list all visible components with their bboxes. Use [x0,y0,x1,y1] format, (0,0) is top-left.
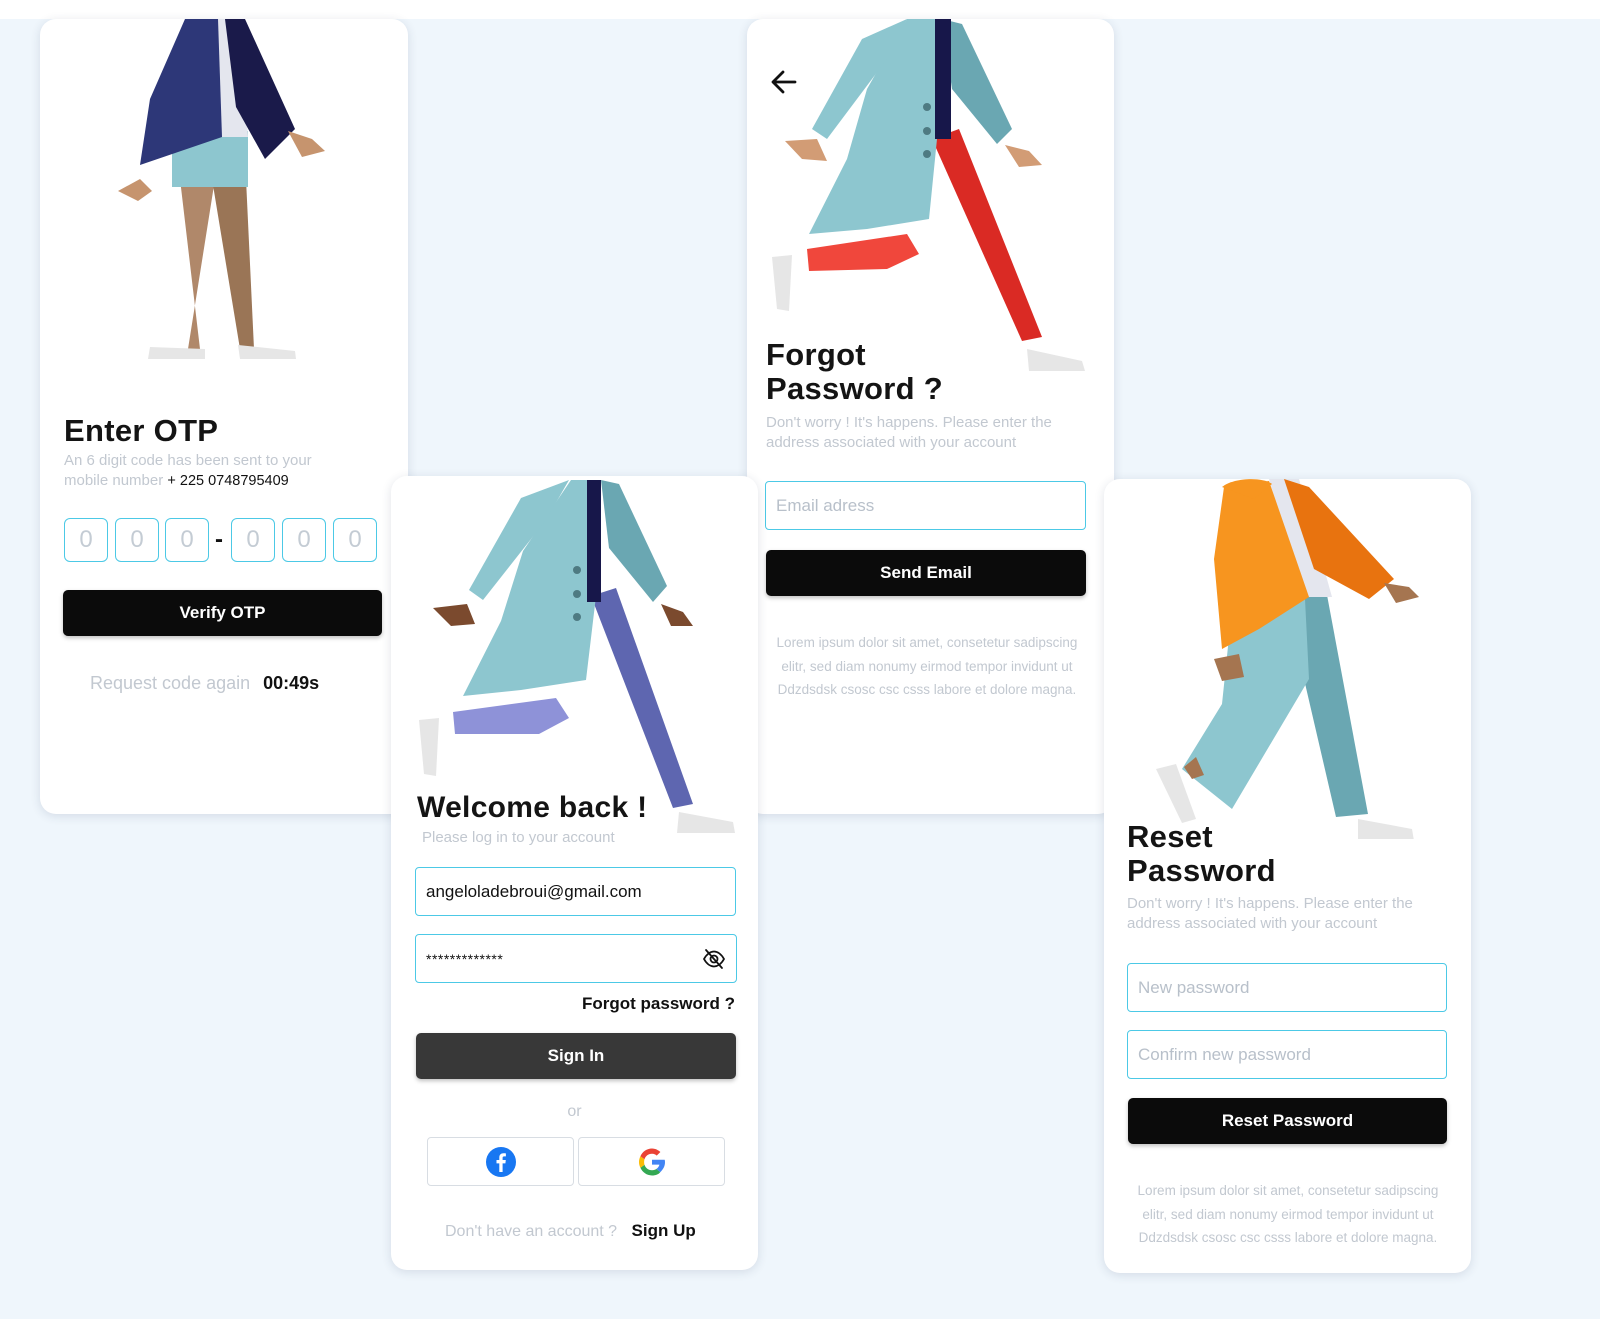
signup-row: Don't have an account ? Sign Up [445,1221,696,1241]
reset-title: Reset Password [1127,820,1276,888]
otp-subtitle-line1: An 6 digit code has been sent to your [64,452,312,469]
forgot-subtitle: Don't worry ! It's happens. Please enter… [766,413,1106,453]
confirm-password-placeholder: Confirm new password [1138,1044,1311,1064]
arrow-left-icon[interactable] [769,67,799,97]
forgot-password-link[interactable]: Forgot password ? [582,994,735,1014]
request-code-row: Request code again 00:49s [90,673,319,694]
reset-subtitle-line2: address associated with your account [1127,915,1378,932]
forgot-subtitle-line1: Don't worry ! It's happens. Please enter… [766,414,1052,431]
forgot-footer-text: Lorem ipsum dolor sit amet, consetetur s… [757,631,1097,702]
password-value: ************* [426,950,504,967]
google-icon [638,1148,665,1175]
otp-digit-5[interactable]: 0 [282,518,326,562]
login-title: Welcome back ! [417,791,648,824]
otp-digit-1[interactable]: 0 [64,518,108,562]
confirm-password-field[interactable]: Confirm new password [1127,1030,1447,1079]
reset-footer-line1: Lorem ipsum dolor sit amet, consetetur s… [1137,1183,1439,1198]
otp-subtitle-prefix: mobile number [64,472,164,489]
google-login-button[interactable] [578,1137,725,1186]
request-code-label[interactable]: Request code again [90,673,250,693]
otp-phone-number: + 225 0748795409 [167,473,289,489]
facebook-login-button[interactable] [427,1137,574,1186]
new-password-field[interactable]: New password [1127,963,1447,1012]
password-field[interactable]: ************* [415,934,737,983]
eye-off-icon[interactable] [702,947,726,971]
forgot-title-line1: Forgot [766,337,866,372]
otp-digit-2[interactable]: 0 [115,518,159,562]
reset-footer-line2: elitr, sed diam nonumy eirmod tempor inv… [1142,1206,1434,1222]
reset-title-line2: Password [1127,853,1276,888]
forgot-title: Forgot Password ? [766,338,943,406]
new-password-placeholder: New password [1138,977,1250,997]
otp-separator: - [215,526,223,553]
otp-digit-4[interactable]: 0 [231,518,275,562]
email-field[interactable]: angeloladebroui@gmail.com [415,867,736,916]
forgot-title-line2: Password ? [766,371,943,406]
no-account-label: Don't have an account ? [445,1223,618,1240]
walking-person-illustration [419,480,735,833]
or-divider: or [567,1103,582,1120]
reset-password-button[interactable]: Reset Password [1128,1098,1447,1144]
otp-subtitle-line2: mobile number + 225 0748795409 [64,471,384,491]
walking-person-illustration [1156,479,1419,839]
forgot-footer-line1: Lorem ipsum dolor sit amet, consetetur s… [776,635,1078,650]
top-strip [0,0,1600,19]
email-value: angeloladebroui@gmail.com [426,881,642,901]
send-email-button[interactable]: Send Email [766,550,1086,596]
walking-person-illustration [772,19,1085,371]
otp-digit-6[interactable]: 0 [333,518,377,562]
reset-title-line1: Reset [1127,819,1213,854]
forgot-footer-line3: Ddzdsdsk csosc csc csss labore et dolore… [777,682,1077,697]
login-card: Welcome back ! Please log in to your acc… [391,476,758,1270]
otp-digit-3[interactable]: 0 [165,518,209,562]
reset-password-card: Reset Password Don't worry ! It's happen… [1104,479,1471,1273]
login-subtitle: Please log in to your account [422,829,615,846]
email-address-placeholder: Email adress [776,495,875,515]
email-address-field[interactable]: Email adress [765,481,1086,530]
forgot-subtitle-line2: address associated with your account [766,434,1017,451]
facebook-icon [485,1146,516,1177]
reset-footer-line3: Ddzdsdsk csosc csc csss labore et dolore… [1138,1230,1438,1245]
reset-subtitle: Don't worry ! It's happens. Please enter… [1127,894,1467,934]
walking-person-illustration [118,19,325,359]
otp-timer: 00:49s [263,673,320,693]
reset-footer-text: Lorem ipsum dolor sit amet, consetetur s… [1118,1179,1458,1250]
sign-in-button[interactable]: Sign In [416,1033,736,1079]
verify-otp-button[interactable]: Verify OTP [63,590,382,636]
reset-subtitle-line1: Don't worry ! It's happens. Please enter… [1127,895,1413,912]
forgot-password-card: Forgot Password ? Don't worry ! It's hap… [747,19,1114,814]
forgot-footer-line2: elitr, sed diam nonumy eirmod tempor inv… [781,658,1073,674]
sign-up-link[interactable]: Sign Up [632,1221,696,1240]
otp-subtitle: An 6 digit code has been sent to your mo… [64,451,384,491]
otp-title: Enter OTP [64,413,219,448]
otp-card: Enter OTP An 6 digit code has been sent … [40,19,408,814]
